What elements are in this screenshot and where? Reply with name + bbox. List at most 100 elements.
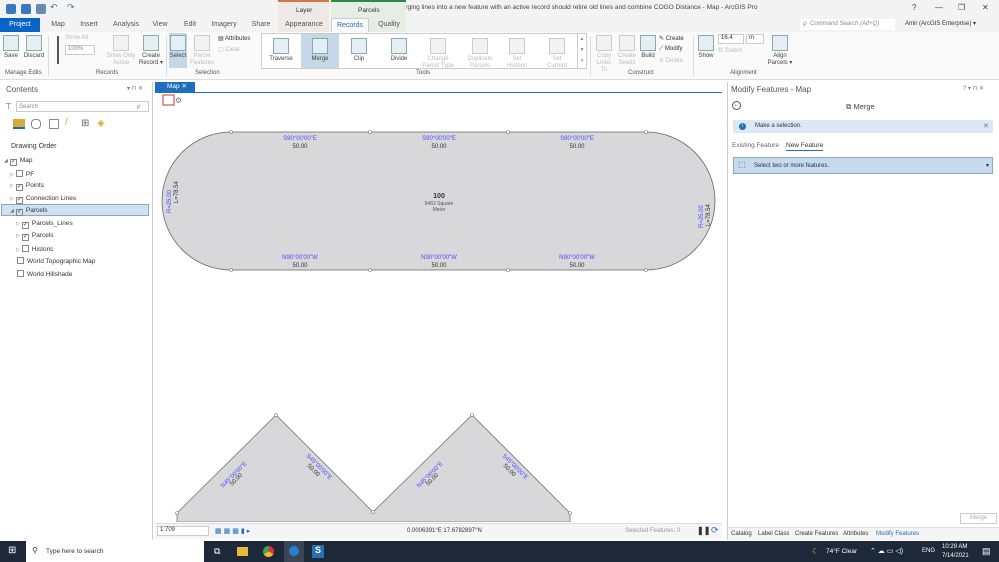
tab-imagery[interactable]: Imagery [207, 18, 241, 32]
delete-button[interactable]: ✕ Delete [659, 57, 683, 64]
merge-button[interactable]: Merge [303, 38, 337, 63]
parcel-features-button[interactable]: Parcel Features [190, 35, 214, 67]
copy-lines-to-button[interactable]: Copy Lines To [593, 35, 615, 74]
clock-time[interactable]: 10:29 AM [942, 544, 967, 550]
redo-icon[interactable]: ↷ [67, 2, 77, 12]
back-icon[interactable]: ← [732, 101, 741, 110]
filter-icon[interactable]: ⊤ [5, 102, 12, 111]
layer-visibility-checkbox[interactable] [17, 269, 24, 277]
list-by-snapping-icon[interactable]: ⊞ [81, 118, 89, 129]
traverse-button[interactable]: Traverse [265, 38, 297, 63]
map-view[interactable]: ⚙ S90°00'00"E 50.00 S90°00'00"E 50.00 S9… [155, 82, 722, 522]
weather-text[interactable]: 74°F Clear [826, 548, 857, 555]
tab-new-feature[interactable]: New Feature [786, 142, 824, 151]
tab-project[interactable]: Project [0, 18, 40, 32]
create-button[interactable]: ✎ Create [659, 35, 684, 42]
tab-insert[interactable]: Insert [76, 18, 102, 32]
attributes-button[interactable]: ▤ Attributes [218, 35, 250, 42]
list-by-labeling-icon[interactable]: ◈ [97, 118, 105, 129]
new-project-icon[interactable] [6, 4, 16, 14]
list-by-drawing-order-icon[interactable] [13, 119, 25, 129]
open-project-icon[interactable] [21, 4, 31, 14]
layer-item[interactable]: ▷ ✓ Points [10, 182, 44, 191]
expand-icon[interactable]: ◢ [10, 208, 14, 214]
discard-button[interactable]: Discard [22, 35, 46, 60]
task-view-icon[interactable]: ⧉ [214, 546, 220, 557]
pause-drawing-button[interactable]: ❚❚ [697, 526, 710, 535]
record-zoom-input[interactable]: 100% [65, 45, 95, 55]
tab-analysis[interactable]: Analysis [110, 18, 142, 32]
layer-item[interactable]: World Hillshade [10, 269, 72, 278]
arcgis-pro-taskbar[interactable] [284, 541, 304, 562]
layer-visibility-checkbox[interactable]: ✓ [15, 184, 23, 191]
tab-appearance[interactable]: Appearance [280, 18, 328, 32]
clock-date[interactable]: 7/14/2021 [942, 553, 969, 559]
tab-catalog[interactable]: Catalog [731, 531, 752, 537]
taskbar-search-input[interactable]: ⚲ Type here to search [26, 541, 204, 562]
layer-item[interactable]: ▷ Historic [16, 244, 54, 253]
language-indicator[interactable]: ENG [922, 548, 935, 554]
set-current-button[interactable]: Set Current [542, 38, 572, 70]
command-search-input[interactable]: ⚲ Command Search (Alt+Q) [800, 19, 895, 30]
layer-item[interactable]: ▷ ✓ Connection Lines [10, 195, 76, 204]
record-slider[interactable] [57, 36, 59, 64]
user-menu[interactable]: Amir (ArcGIS Enterprise) ▾ [905, 20, 976, 27]
expand-icon[interactable]: ▷ [16, 247, 20, 253]
layer-item[interactable]: ▷ PF [10, 169, 34, 178]
alignment-value-input[interactable]: 16.4 [718, 34, 744, 44]
create-seeds-button[interactable]: Create Seeds [617, 35, 637, 67]
layer-item[interactable]: ◢ ✓ Map [4, 157, 33, 166]
expand-icon[interactable]: ▷ [10, 172, 14, 178]
pane-options[interactable]: ▾ ⊓ ✕ [127, 85, 143, 92]
clip-button[interactable]: Clip [343, 38, 375, 63]
selection-prompt[interactable]: ⬚ Select two or more features. ▾ [733, 157, 993, 174]
app-s-icon[interactable]: S [312, 545, 324, 558]
duplicate-parcels-button[interactable]: Duplicate Parcels [462, 38, 498, 70]
layer-item[interactable]: ◢ ✓ Parcels [10, 207, 48, 216]
gear-icon[interactable]: ⚙ [175, 96, 182, 105]
layer-visibility-checkbox[interactable]: ✓ [21, 221, 29, 229]
create-record-button[interactable]: Create Record ▾ [138, 35, 164, 67]
minimize-button[interactable]: — [935, 3, 943, 12]
tab-map[interactable]: Map [45, 18, 71, 32]
tab-label-class[interactable]: Label Class [758, 531, 789, 537]
expand-icon[interactable]: ▷ [16, 233, 20, 239]
switch-button[interactable]: ⇅ Switch [718, 47, 742, 54]
show-alignment-button[interactable]: Show [697, 35, 715, 60]
divide-button[interactable]: Divide [383, 38, 415, 63]
layer-item[interactable]: ▷ ✓ Parcels_Lines [16, 220, 73, 229]
layer-visibility-checkbox[interactable] [17, 257, 24, 264]
pane-options[interactable]: ? ▾ ⊓ ✕ [963, 85, 984, 92]
expand-icon[interactable]: ▷ [10, 196, 14, 202]
coordinates-readout[interactable]: 0.0006391°E 17.6782897°N [407, 528, 482, 534]
close-icon[interactable]: ✕ [181, 83, 186, 90]
tab-quality[interactable]: Quality [372, 18, 406, 32]
show-only-active-button[interactable]: Show Only Active [105, 35, 137, 67]
clear-button[interactable]: ▢ Clear [218, 46, 240, 53]
modify-button[interactable]: ⟋ Modify [659, 46, 683, 53]
tab-edit[interactable]: Edit [178, 18, 202, 32]
file-explorer-icon[interactable] [237, 547, 248, 556]
tab-modify-features[interactable]: Modify Features [876, 531, 919, 537]
list-by-source-icon[interactable] [31, 119, 41, 129]
list-by-selection-icon[interactable] [49, 119, 59, 129]
map-tool-icon[interactable] [162, 94, 175, 106]
help-button[interactable]: ? [912, 3, 916, 12]
tab-share[interactable]: Share [247, 18, 275, 32]
restore-button[interactable]: ❐ [958, 3, 965, 12]
layer-visibility-checkbox[interactable]: ✓ [21, 234, 29, 241]
close-button[interactable]: ✕ [982, 3, 989, 12]
expand-icon[interactable]: ◢ [4, 158, 8, 164]
alignment-unit-select[interactable]: m [746, 34, 764, 44]
chrome-icon[interactable] [263, 546, 274, 557]
close-icon[interactable]: ✕ [983, 122, 989, 130]
layer-visibility-checkbox[interactable]: ✓ [15, 196, 23, 204]
tab-create-features[interactable]: Create Features [795, 531, 838, 537]
tab-map-view[interactable]: Map ✕ [155, 82, 195, 92]
change-parcel-type-button[interactable]: Change Parcel Type [420, 38, 456, 70]
tab-attributes[interactable]: Attributes [843, 531, 868, 537]
layer-item[interactable]: ▷ ✓ Parcels [16, 232, 54, 241]
tab-view[interactable]: View [148, 18, 172, 32]
system-tray-icons[interactable]: ⌃ ☁ ▭ ◁) [870, 547, 903, 555]
notifications-icon[interactable]: ▤ [982, 546, 991, 557]
